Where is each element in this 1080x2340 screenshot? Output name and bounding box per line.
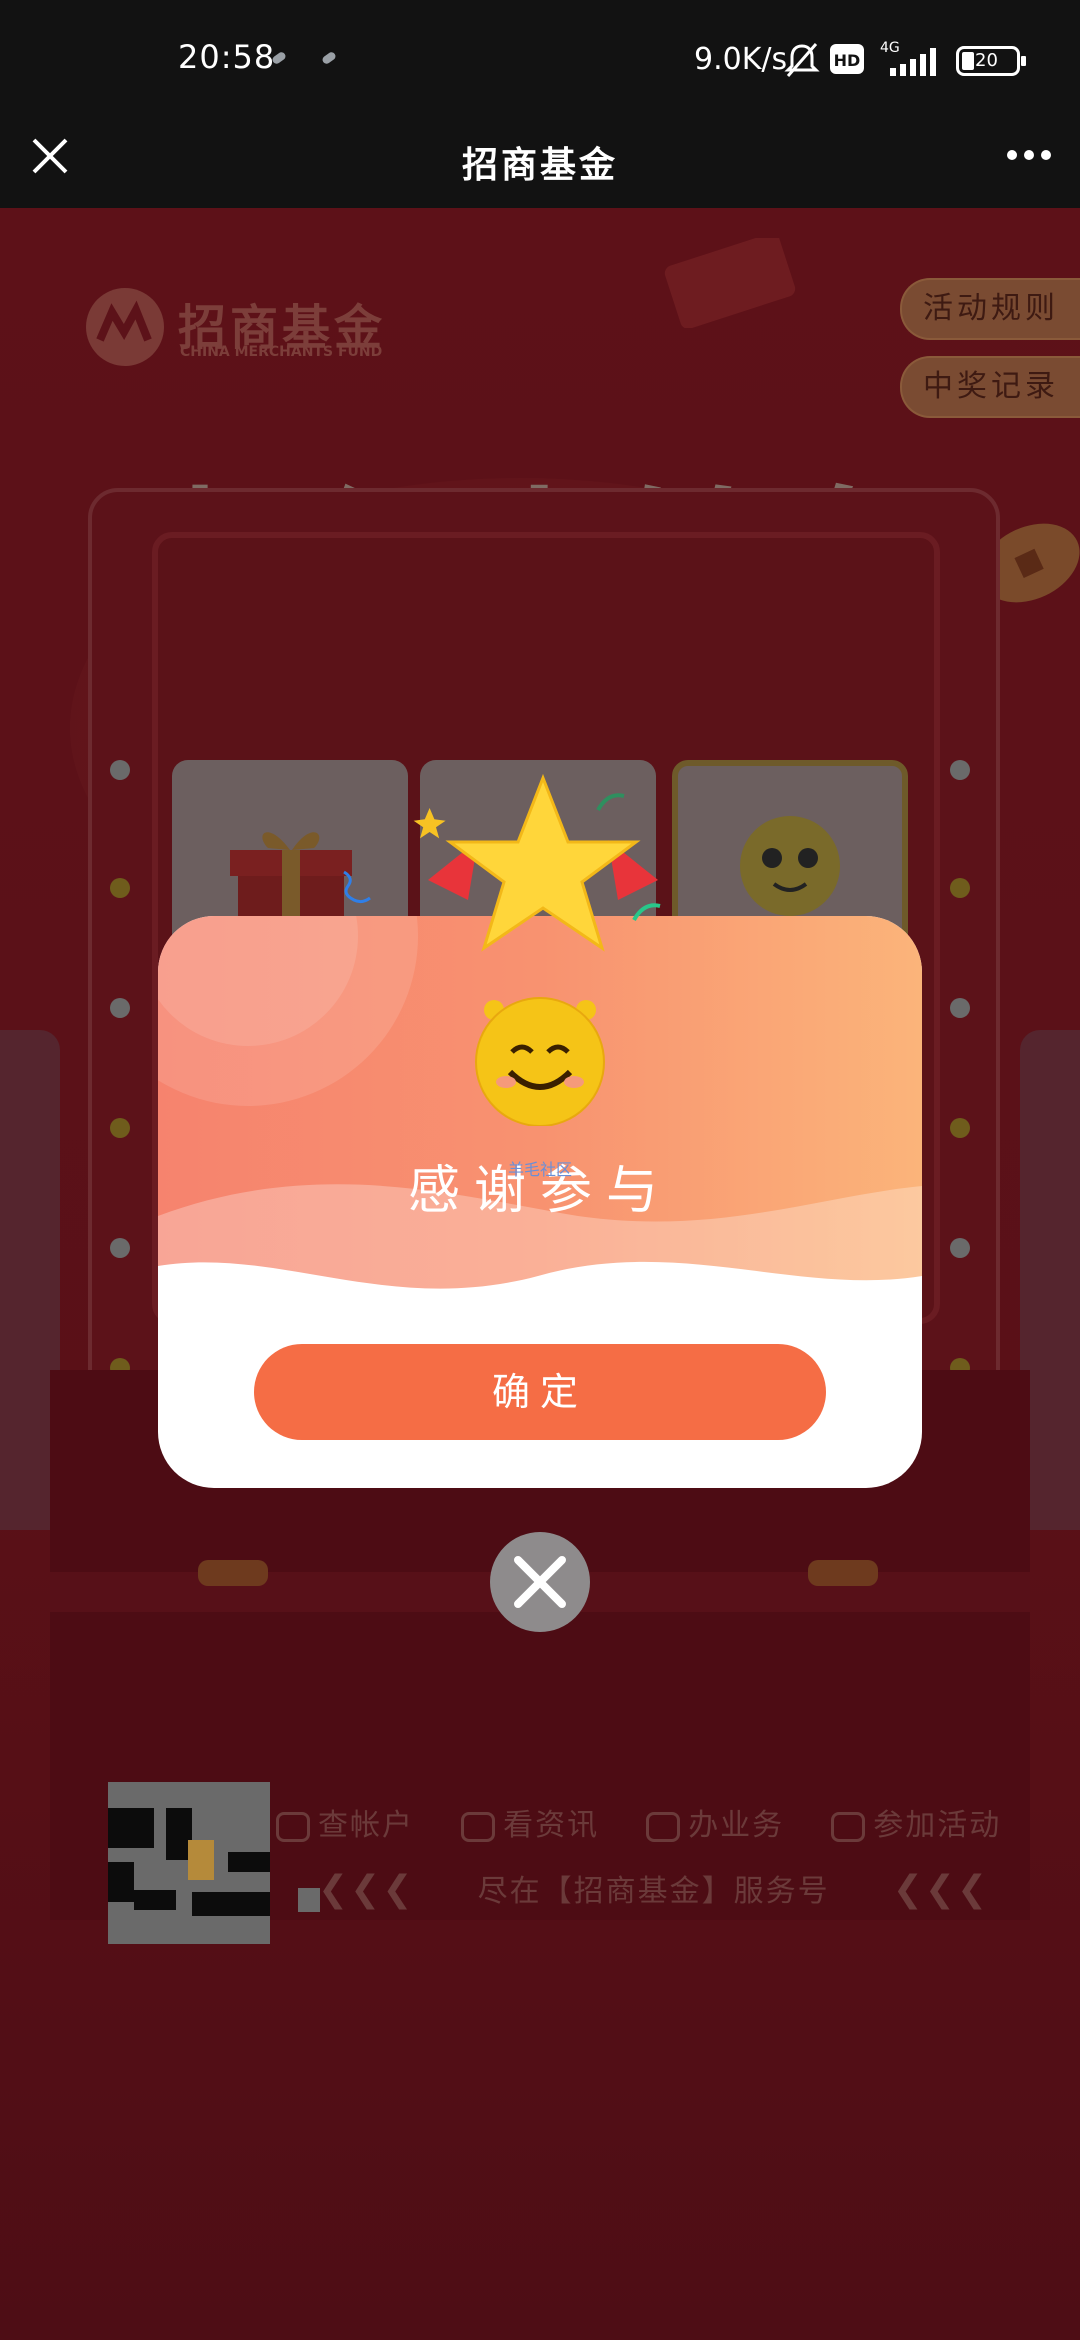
business-icon: [646, 1811, 681, 1842]
service-item: 参加活动: [873, 1808, 1002, 1843]
service-slogan: 尽在【招商基金】服务号: [477, 1874, 830, 1909]
light-bulb: [110, 998, 130, 1018]
records-button[interactable]: 中奖记录: [900, 356, 1080, 418]
svg-text:HD: HD: [834, 51, 861, 70]
network-speed: 9.0K/s: [694, 42, 788, 77]
service-item: 办业务: [688, 1808, 785, 1843]
watermark-text: 羊毛社区: [507, 1160, 572, 1179]
confirm-button[interactable]: 确定: [254, 1344, 826, 1440]
dialog-wave: [158, 1261, 922, 1346]
result-dialog: 感谢参与 羊毛社区 确定: [158, 916, 922, 1488]
activity-icon: [831, 1811, 866, 1842]
light-bulb: [950, 1238, 970, 1258]
account-icon: [276, 1811, 310, 1842]
chevron-left-icon: ❮❮❮: [892, 1869, 990, 1910]
logo-mark-icon: [86, 288, 164, 366]
service-item: 查帐户: [318, 1808, 414, 1843]
star-badge-icon: [413, 773, 661, 952]
news-icon: [461, 1811, 496, 1842]
close-icon: [514, 1556, 566, 1608]
status-bar: 20:58 9.0K/s HD 4G 20: [0, 0, 1080, 120]
battery-icon: 20: [956, 46, 1026, 76]
signal-icon: [890, 48, 936, 76]
mute-bell-icon: [784, 43, 820, 77]
chevron-left-icon: ❮❮❮: [318, 1869, 415, 1910]
light-bulb: [950, 1118, 970, 1138]
light-bulb: [110, 1118, 130, 1138]
more-icon[interactable]: [1006, 140, 1052, 170]
notification-icon: [320, 50, 338, 66]
status-time: 20:58: [178, 38, 276, 76]
qr-code-fragment: [298, 1888, 320, 1912]
light-bulb: [110, 1238, 130, 1258]
hd-icon: HD: [830, 44, 864, 74]
service-slogan-row: ❮❮❮ 尽在【招商基金】服务号 ❮❮❮: [318, 1866, 989, 1910]
light-bulb: [950, 998, 970, 1018]
confetti-icon: [343, 870, 371, 904]
battery-level: 20: [975, 50, 998, 71]
service-items-row: 查帐户 看资讯 办业务 参加活动: [276, 1800, 1001, 1844]
close-dialog-button[interactable]: [490, 1532, 590, 1632]
light-bulb: [110, 878, 130, 898]
service-item: 看资讯: [503, 1808, 600, 1843]
logo-subtext: CHINA MERCHANTS FUND: [180, 344, 383, 360]
page-title: 招商基金: [461, 145, 618, 186]
machine-knob: [198, 1560, 268, 1586]
envelope-decoration-icon: [664, 238, 796, 328]
machine-knob: [808, 1560, 878, 1586]
light-bulb: [110, 760, 130, 780]
rules-button[interactable]: 活动规则: [900, 278, 1080, 340]
title-bar: 招商基金: [0, 120, 1080, 208]
smile-emoji-icon: [475, 997, 605, 1126]
qr-code[interactable]: [108, 1782, 270, 1944]
light-bulb: [950, 878, 970, 898]
light-bulb: [950, 760, 970, 780]
